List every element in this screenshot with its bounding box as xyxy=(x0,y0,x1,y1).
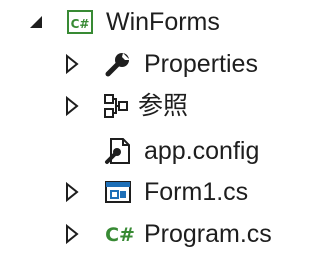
csharp-project-icon: C# xyxy=(66,8,94,36)
references-icon xyxy=(102,92,130,120)
tree-node-properties[interactable]: Properties xyxy=(0,44,332,84)
tree-node-app-config[interactable]: app.config xyxy=(0,131,332,171)
form-icon xyxy=(104,178,132,206)
form1-label: Form1.cs xyxy=(144,178,249,206)
tree-node-form1[interactable]: Form1.cs xyxy=(0,172,332,212)
expanded-arrow-icon[interactable] xyxy=(24,10,48,34)
wrench-icon xyxy=(104,50,132,78)
collapsed-arrow-icon[interactable] xyxy=(60,52,84,76)
tree-node-references[interactable]: 参照 xyxy=(0,86,332,126)
project-label: WinForms xyxy=(106,8,220,36)
references-label: 参照 xyxy=(138,92,189,120)
solution-explorer-tree: C# WinForms Properties 参照 app.config For… xyxy=(0,0,332,257)
tree-node-project[interactable]: C# WinForms xyxy=(0,2,332,42)
csharp-file-icon: C# xyxy=(102,220,138,248)
collapsed-arrow-icon[interactable] xyxy=(60,222,84,246)
collapsed-arrow-icon[interactable] xyxy=(60,94,84,118)
properties-label: Properties xyxy=(144,50,258,78)
app-config-label: app.config xyxy=(144,137,260,165)
svg-text:C#: C# xyxy=(105,224,135,246)
collapsed-arrow-icon[interactable] xyxy=(60,180,84,204)
tree-node-program[interactable]: C# Program.cs xyxy=(0,214,332,254)
program-label: Program.cs xyxy=(144,220,272,248)
config-file-icon xyxy=(104,137,132,165)
svg-text:C#: C# xyxy=(71,17,90,31)
